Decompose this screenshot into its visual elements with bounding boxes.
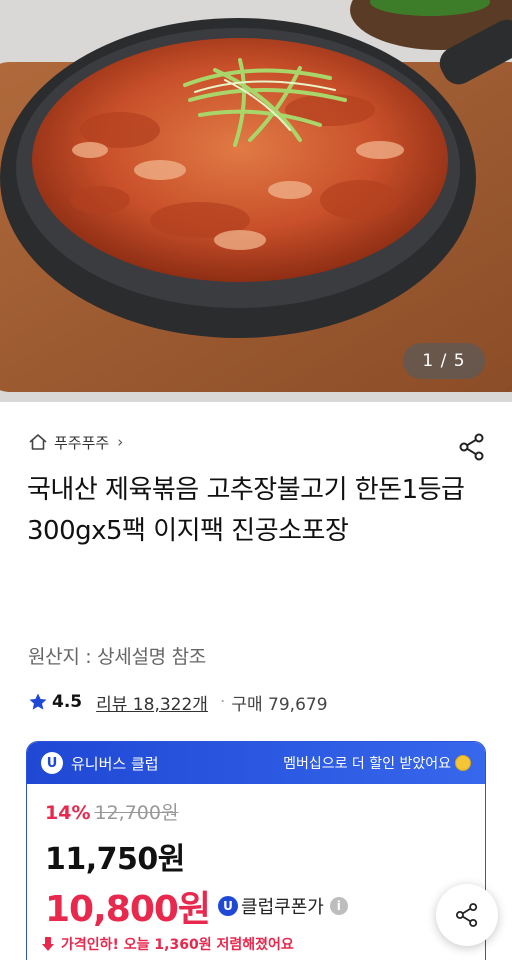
chevron-right-icon: › — [117, 433, 124, 451]
club-message-text: 멤버십으로 더 할인 받았어요 — [283, 756, 451, 772]
store-link[interactable]: 푸주푸주 › — [28, 430, 123, 454]
share-icon[interactable] — [455, 430, 489, 464]
sale-price: 11,750원 — [45, 842, 185, 877]
club-price: 10,800원 — [45, 889, 211, 930]
club-price-row: 10,800원 U 클럽쿠폰가 i — [45, 880, 348, 932]
rating-score: 4.5 — [52, 692, 83, 712]
arrow-down-icon — [42, 937, 54, 951]
purchase-count: 구매 79,679 — [231, 694, 328, 715]
info-icon[interactable]: i — [329, 897, 348, 915]
price-drop-notice: 가격인하! 오늘 1,360원 저렴해졌어요 — [41, 934, 294, 954]
separator: · — [219, 692, 226, 712]
store-name: 푸주푸주 — [54, 433, 110, 452]
price-drop-text: 가격인하! 오늘 1,360원 저렴해졌어요 — [61, 937, 294, 953]
discount-rate: 14% — [45, 802, 91, 824]
club-coupon-label: 클럽쿠폰가 — [241, 897, 324, 918]
club-name: 유니버스 클럽 — [71, 754, 159, 773]
discount-row: 14% 12,700원 — [45, 798, 178, 825]
home-icon — [29, 434, 47, 450]
club-header[interactable]: U 유니버스 클럽 멤버십으로 더 할인 받았어요 — [27, 742, 485, 784]
product-image-carousel[interactable]: 1 / 5 — [0, 0, 512, 402]
product-origin: 원산지 : 상세설명 참조 — [28, 646, 206, 668]
share-icon — [455, 903, 478, 927]
club-badge-icon: U — [41, 752, 63, 774]
image-counter: 1 / 5 — [403, 343, 485, 379]
club-price-card: U 유니버스 클럽 멤버십으로 더 할인 받았어요 14% 12,700원 11… — [26, 741, 486, 960]
floating-share-button[interactable] — [436, 884, 498, 946]
review-count-link[interactable]: 리뷰 18,322개 — [96, 690, 208, 715]
product-title: 국내산 제육볶음 고추장불고기 한돈1등급 300gx5팩 이지팩 진공소포장 — [27, 475, 465, 546]
rating-row: 4.5 리뷰 18,322개 · 구매 79,679 — [28, 688, 328, 716]
star-icon — [29, 693, 47, 710]
coin-icon — [455, 755, 471, 771]
club-coupon-badge-icon: U — [218, 896, 239, 916]
product-photo — [0, 0, 512, 402]
original-price: 12,700원 — [94, 802, 179, 824]
club-message: 멤버십으로 더 할인 받았어요 — [283, 753, 471, 773]
